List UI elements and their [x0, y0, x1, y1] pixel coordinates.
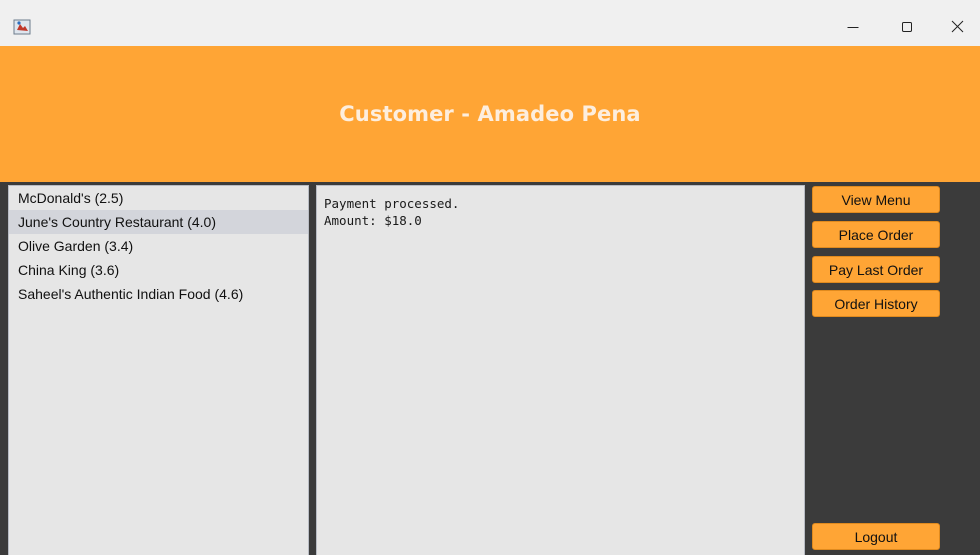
minimize-icon [847, 18, 859, 37]
list-item-mcdonalds[interactable]: McDonald's (2.5) [9, 186, 308, 210]
maximize-icon [901, 18, 913, 37]
output-line-amount: Amount: $18.0 [324, 213, 422, 228]
header-banner: Customer - Amadeo Pena [0, 46, 980, 182]
app-window: Customer - Amadeo Pena McDonald's (2.5) … [0, 0, 980, 555]
pay-last-order-button[interactable]: Pay Last Order [812, 256, 940, 283]
view-menu-button[interactable]: View Menu [812, 186, 940, 213]
java-app-icon [13, 18, 31, 36]
list-item-junes-country-restaurant[interactable]: June's Country Restaurant (4.0) [9, 210, 308, 234]
place-order-button[interactable]: Place Order [812, 221, 940, 248]
restaurant-list[interactable]: McDonald's (2.5) June's Country Restaura… [8, 185, 309, 555]
output-text-area[interactable]: Payment processed. Amount: $18.0 [316, 185, 805, 555]
close-icon [951, 18, 964, 37]
title-bar[interactable] [0, 9, 980, 46]
maximize-button[interactable] [884, 9, 930, 46]
order-history-button[interactable]: Order History [812, 290, 940, 317]
page-title: Customer - Amadeo Pena [339, 102, 641, 126]
logout-button[interactable]: Logout [812, 523, 940, 550]
main-content: McDonald's (2.5) June's Country Restaura… [0, 182, 980, 555]
minimize-button[interactable] [830, 9, 876, 46]
list-item-saheels-indian-food[interactable]: Saheel's Authentic Indian Food (4.6) [9, 282, 308, 306]
close-button[interactable] [934, 9, 980, 46]
output-line-status: Payment processed. [324, 196, 460, 211]
list-item-olive-garden[interactable]: Olive Garden (3.4) [9, 234, 308, 258]
action-sidebar: View Menu Place Order Pay Last Order Ord… [806, 182, 980, 555]
list-item-china-king[interactable]: China King (3.6) [9, 258, 308, 282]
